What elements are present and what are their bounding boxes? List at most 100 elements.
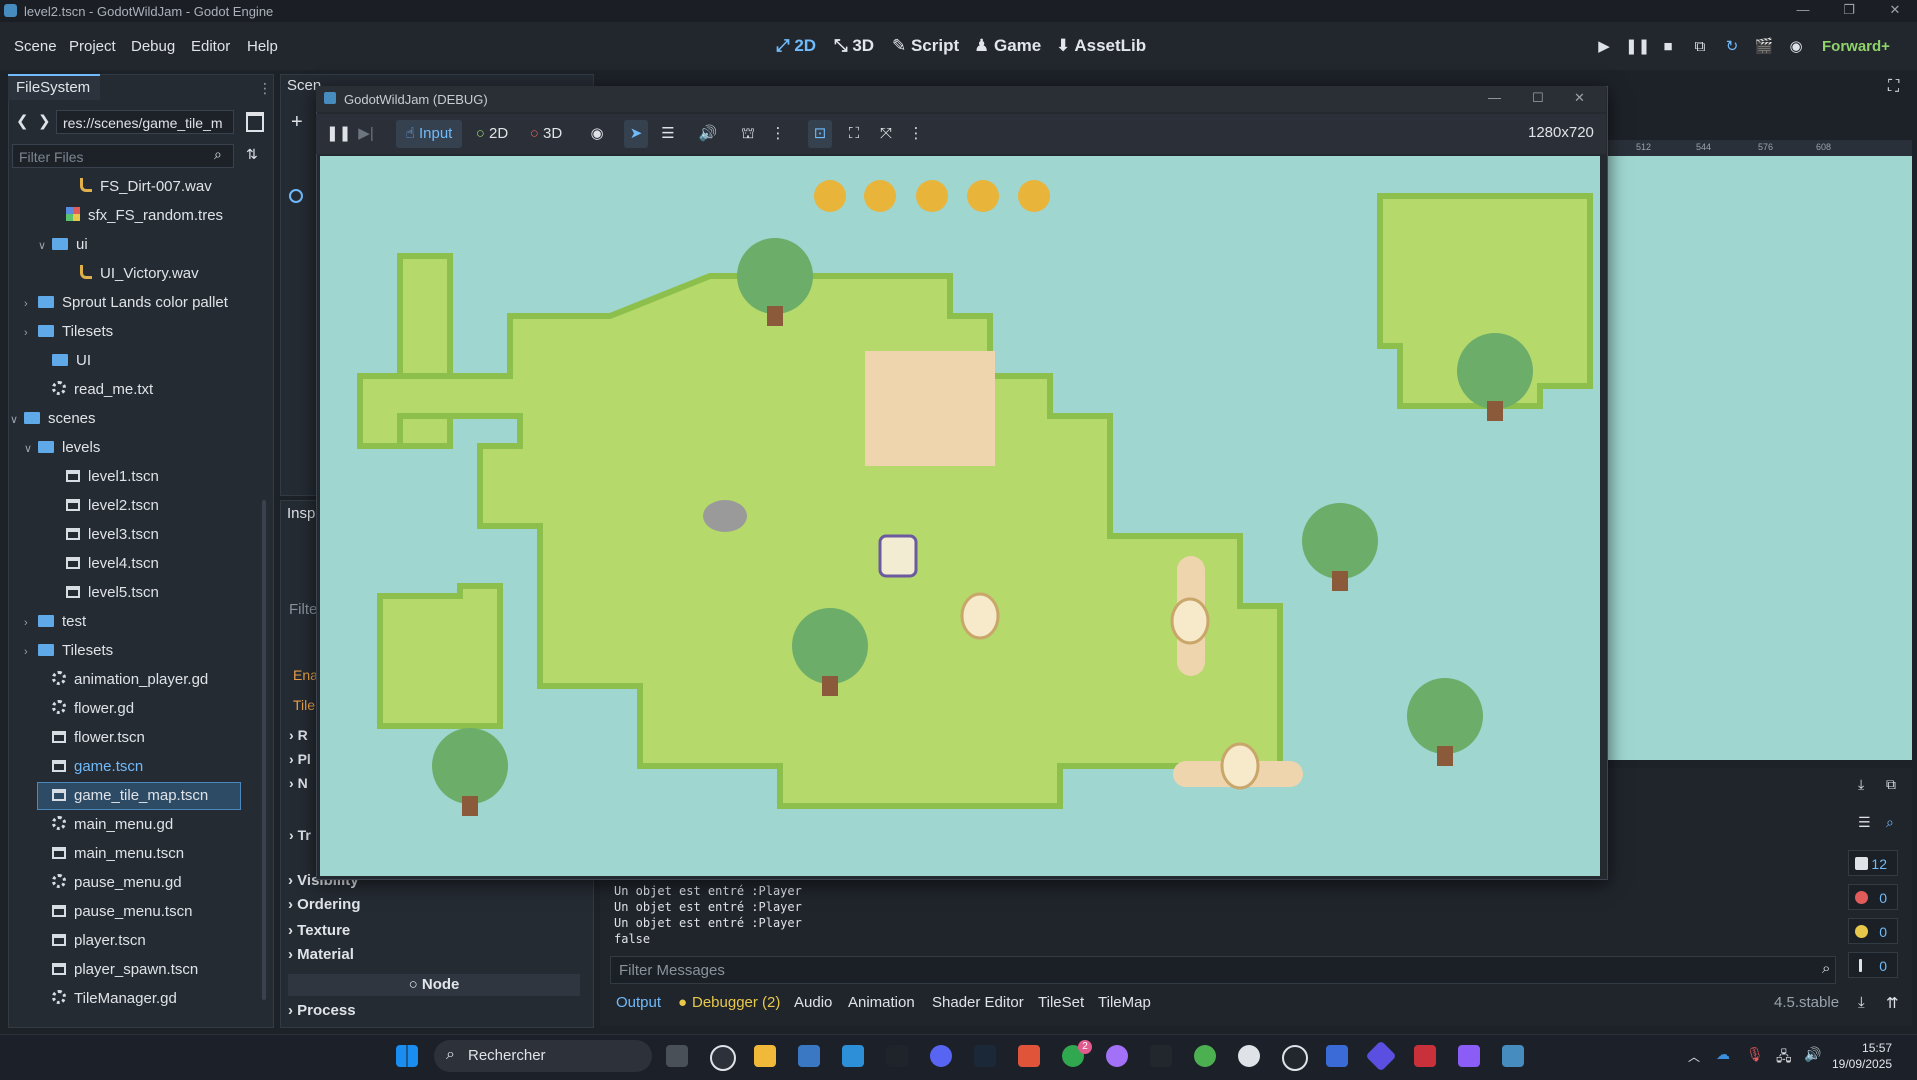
more-icon[interactable]: ⋮: [908, 120, 924, 148]
pause-icon[interactable]: ❚❚: [326, 120, 351, 148]
filter-files-input[interactable]: Filter Files: [12, 144, 234, 168]
search-toggle-icon[interactable]: ⌕: [1886, 814, 1894, 831]
godot-taskbar-icon[interactable]: [1502, 1045, 1524, 1067]
windows-start-icon[interactable]: [396, 1045, 418, 1067]
sort-icon[interactable]: ⇅: [246, 146, 258, 163]
more-icon[interactable]: ⋮: [770, 120, 786, 148]
remote-debug-icon[interactable]: ⧉: [1689, 36, 1711, 58]
back-icon[interactable]: ❮: [16, 112, 29, 130]
tab-filesystem[interactable]: FileSystem: [8, 74, 100, 100]
tab-3d[interactable]: ⤡ 3D: [834, 36, 874, 56]
tree-item[interactable]: FS_Dirt-007.wav: [66, 174, 212, 200]
expand-arrow-icon[interactable]: ›: [24, 320, 38, 346]
tab-audio[interactable]: Audio: [794, 994, 832, 1011]
play-scene-icon[interactable]: 🎬: [1753, 36, 1775, 58]
expand-arrow-icon[interactable]: ›: [24, 610, 38, 636]
game-launcher-icon[interactable]: [1018, 1045, 1040, 1067]
stretch-icon[interactable]: ⤧: [874, 120, 898, 148]
inspector-section-r[interactable]: › R: [289, 727, 308, 743]
section-process[interactable]: › Process: [288, 1002, 356, 1019]
forward-icon[interactable]: ❯: [38, 112, 51, 130]
list-select-icon[interactable]: ☰: [656, 120, 680, 148]
tab-tileset[interactable]: TileSet: [1038, 994, 1084, 1011]
onedrive-icon[interactable]: ☁: [1716, 1046, 1730, 1063]
tree-item[interactable]: main_menu.gd: [38, 812, 173, 838]
menu-debug[interactable]: Debug: [131, 38, 175, 55]
dock-menu-icon[interactable]: ⋮: [258, 80, 272, 97]
filter-icon[interactable]: ☰: [1858, 814, 1871, 831]
section-ordering[interactable]: › Ordering: [288, 896, 361, 913]
tree-item[interactable]: › Tilesets: [24, 638, 113, 664]
mode-2d-button[interactable]: ○ 2D: [470, 120, 514, 148]
close-icon[interactable]: ✕: [1886, 2, 1904, 20]
messages-counter[interactable]: 12: [1848, 850, 1898, 876]
chrome-icon[interactable]: [1194, 1045, 1216, 1067]
tab-script[interactable]: ✎ Script: [892, 36, 959, 56]
tab-inspector[interactable]: Insp: [287, 505, 315, 522]
filesystem-scrollbar[interactable]: [262, 500, 266, 1000]
task-view-icon[interactable]: [666, 1045, 688, 1067]
tree-item[interactable]: UI: [38, 348, 91, 374]
section-texture[interactable]: › Texture: [288, 922, 350, 939]
audio-app-icon[interactable]: [1238, 1045, 1260, 1067]
tree-item[interactable]: ∨ ui: [38, 232, 88, 258]
cortana-icon[interactable]: [710, 1045, 736, 1071]
stop-icon[interactable]: ■: [1657, 36, 1679, 58]
tree-item[interactable]: flower.gd: [38, 696, 134, 722]
expand-arrow-icon[interactable]: ∨: [24, 436, 38, 462]
input-toggle[interactable]: ☝ Input: [396, 120, 462, 148]
menu-editor[interactable]: Editor: [191, 38, 230, 55]
tree-item[interactable]: › Sprout Lands color pallet: [24, 290, 228, 316]
embed-icon[interactable]: ⊡: [808, 120, 832, 148]
inspector-filter[interactable]: Filte: [289, 601, 317, 618]
tree-item[interactable]: main_menu.tscn: [38, 841, 184, 867]
expand-bottom-icon[interactable]: ⇈: [1886, 994, 1899, 1012]
pin-bottom-icon[interactable]: ⤓: [1858, 994, 1865, 1011]
mode-3d-button[interactable]: ○ 3D: [524, 120, 568, 148]
tree-item[interactable]: sfx_FS_random.tres: [52, 203, 223, 229]
tree-item[interactable]: › test: [24, 609, 86, 635]
terminal-icon[interactable]: [886, 1045, 908, 1067]
filter-messages-input[interactable]: Filter Messages: [610, 956, 1836, 984]
network-icon[interactable]: 🖧: [1776, 1046, 1792, 1070]
bitwarden-icon[interactable]: [1326, 1045, 1348, 1067]
taskbar-search[interactable]: Rechercher: [434, 1040, 652, 1072]
inspector-section-n[interactable]: › N: [289, 775, 308, 791]
split-view-icon[interactable]: [246, 112, 264, 132]
tab-shader-editor[interactable]: Shader Editor: [932, 994, 1024, 1011]
tab-assetlib[interactable]: ⬇ AssetLib: [1056, 36, 1146, 56]
movie-maker-icon[interactable]: ◉: [1785, 36, 1807, 58]
copy-icon[interactable]: ⧉: [1886, 776, 1896, 793]
menu-project[interactable]: Project: [69, 38, 116, 55]
tree-item[interactable]: level3.tscn: [52, 522, 159, 548]
path-field[interactable]: res://scenes/game_tile_m: [56, 110, 234, 134]
tree-item[interactable]: animation_player.gd: [38, 667, 208, 693]
live-icon[interactable]: [1150, 1045, 1172, 1067]
tree-item[interactable]: flower.tscn: [38, 725, 145, 751]
app2-icon[interactable]: [1458, 1045, 1480, 1067]
tree-item[interactable]: › Tilesets: [24, 319, 113, 345]
expand-arrow-icon[interactable]: ∨: [38, 233, 52, 259]
chevron-up-icon[interactable]: ︿: [1688, 1048, 1700, 1065]
photos-icon[interactable]: [798, 1045, 820, 1067]
restore-icon[interactable]: ❐: [1840, 2, 1858, 20]
tree-item[interactable]: game_tile_map.tscn: [37, 782, 241, 810]
inspector-section-pl[interactable]: › Pl: [289, 751, 311, 767]
tree-item[interactable]: level5.tscn: [52, 580, 159, 606]
volume-icon[interactable]: 🔊: [1804, 1046, 1821, 1063]
pause-icon[interactable]: ❚❚: [1625, 36, 1650, 58]
step-icon[interactable]: ▶|: [356, 120, 376, 148]
tab-game[interactable]: ♟ Game: [974, 36, 1041, 56]
visibility-icon[interactable]: ◉: [586, 120, 608, 148]
editor-viewport[interactable]: [1602, 140, 1912, 760]
audio-icon[interactable]: 🔊: [696, 120, 720, 148]
tab-animation[interactable]: Animation: [848, 994, 915, 1011]
expand-arrow-icon[interactable]: ∨: [10, 407, 24, 433]
clock[interactable]: 15:57 19/09/2025: [1832, 1040, 1892, 1072]
tree-item[interactable]: ∨ levels: [24, 435, 100, 461]
discord-icon[interactable]: [930, 1045, 952, 1067]
inspector-section-tr[interactable]: › Tr: [289, 827, 311, 843]
microphone-icon[interactable]: 🎙: [1746, 1046, 1764, 1063]
errors-counter[interactable]: 0: [1848, 884, 1898, 910]
file-explorer-icon[interactable]: [754, 1045, 776, 1067]
